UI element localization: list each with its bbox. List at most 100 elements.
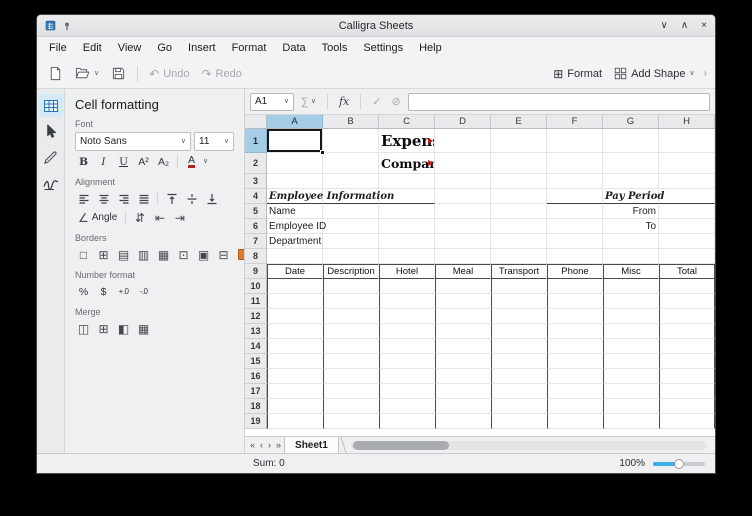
column-header-A[interactable]: A bbox=[267, 115, 323, 128]
menu-tools[interactable]: Tools bbox=[314, 40, 356, 56]
add-shape-button[interactable]: Add Shape ∨ bbox=[609, 64, 700, 83]
row-header-5[interactable]: 5 bbox=[245, 204, 267, 219]
cell-B6[interactable] bbox=[323, 219, 379, 234]
decrease-indent-button[interactable]: ⇤ bbox=[151, 209, 168, 226]
cell-C10[interactable] bbox=[379, 279, 435, 294]
cell-H5[interactable] bbox=[659, 204, 715, 219]
cell-A14[interactable] bbox=[267, 339, 323, 354]
cell-F17[interactable] bbox=[547, 384, 603, 399]
column-header-C[interactable]: C bbox=[379, 115, 435, 128]
cell-G16[interactable] bbox=[603, 369, 659, 384]
cell-D3[interactable] bbox=[435, 174, 491, 189]
column-header-F[interactable]: F bbox=[547, 115, 603, 128]
superscript-button[interactable]: A² bbox=[135, 153, 152, 170]
align-left-button[interactable] bbox=[75, 190, 92, 207]
cell-H9[interactable]: Total bbox=[659, 264, 715, 279]
cell-F18[interactable] bbox=[547, 399, 603, 414]
increase-precision-button[interactable]: +.0 bbox=[115, 283, 132, 300]
cell-G14[interactable] bbox=[603, 339, 659, 354]
cell-B9[interactable]: Description bbox=[323, 264, 379, 279]
cell-G9[interactable]: Misc bbox=[603, 264, 659, 279]
menu-file[interactable]: File bbox=[41, 40, 75, 56]
menu-settings[interactable]: Settings bbox=[355, 40, 411, 56]
cell-G13[interactable] bbox=[603, 324, 659, 339]
formula-input[interactable] bbox=[408, 93, 710, 111]
row-header-4[interactable]: 4 bbox=[245, 189, 267, 204]
cell-D4[interactable] bbox=[435, 189, 491, 204]
cell-B18[interactable] bbox=[323, 399, 379, 414]
border-thick-button[interactable]: ▣ bbox=[195, 246, 212, 263]
cell-C8[interactable] bbox=[379, 249, 435, 264]
close-button[interactable]: × bbox=[701, 20, 707, 31]
row-header-19[interactable]: 19 bbox=[245, 414, 267, 429]
cell-E16[interactable] bbox=[491, 369, 547, 384]
italic-button[interactable]: I bbox=[95, 153, 112, 170]
cell-F13[interactable] bbox=[547, 324, 603, 339]
cell-A12[interactable] bbox=[267, 309, 323, 324]
horizontal-scrollbar[interactable] bbox=[351, 441, 706, 450]
cell-C3[interactable] bbox=[379, 174, 435, 189]
cell-A7[interactable]: Department bbox=[267, 234, 323, 249]
font-size-select[interactable]: 11 ∨ bbox=[194, 132, 234, 151]
cell-E10[interactable] bbox=[491, 279, 547, 294]
cell-E6[interactable] bbox=[491, 219, 547, 234]
merge-cells-button[interactable]: ◫ bbox=[75, 320, 92, 337]
border-color-button[interactable] bbox=[235, 246, 245, 263]
selection-handle[interactable] bbox=[320, 150, 325, 155]
cell-C5[interactable] bbox=[379, 204, 435, 219]
cell-F2[interactable] bbox=[547, 153, 603, 174]
row-header-7[interactable]: 7 bbox=[245, 234, 267, 249]
cell-H13[interactable] bbox=[659, 324, 715, 339]
column-header-E[interactable]: E bbox=[491, 115, 547, 128]
cell-F5[interactable] bbox=[547, 204, 603, 219]
previous-sheet-button[interactable]: ‹ bbox=[258, 441, 265, 450]
cell-C11[interactable] bbox=[379, 294, 435, 309]
cell-C14[interactable] bbox=[379, 339, 435, 354]
cell-F15[interactable] bbox=[547, 354, 603, 369]
border-inside-button[interactable]: ▦ bbox=[155, 246, 172, 263]
cell-F10[interactable] bbox=[547, 279, 603, 294]
scrollbar-thumb[interactable] bbox=[353, 441, 449, 450]
cell-C2[interactable]: Compan bbox=[379, 153, 435, 174]
cell-F14[interactable] bbox=[547, 339, 603, 354]
cell-E13[interactable] bbox=[491, 324, 547, 339]
menu-go[interactable]: Go bbox=[149, 40, 180, 56]
column-header-H[interactable]: H bbox=[659, 115, 715, 128]
merge-horizontal-button[interactable]: ⊞ bbox=[95, 320, 112, 337]
row-header-14[interactable]: 14 bbox=[245, 339, 267, 354]
cell-A10[interactable] bbox=[267, 279, 323, 294]
cell-G5[interactable]: From bbox=[603, 204, 659, 219]
cell-C1[interactable]: Expense bbox=[379, 129, 435, 153]
cell-A11[interactable] bbox=[267, 294, 323, 309]
cell-G19[interactable] bbox=[603, 414, 659, 429]
cell-D19[interactable] bbox=[435, 414, 491, 429]
row-header-16[interactable]: 16 bbox=[245, 369, 267, 384]
cell-G15[interactable] bbox=[603, 354, 659, 369]
format-button[interactable]: ⊞ Format bbox=[548, 65, 607, 83]
cell-G4[interactable]: Pay Period bbox=[603, 189, 659, 204]
pin-icon[interactable] bbox=[62, 21, 72, 31]
cell-B5[interactable] bbox=[323, 204, 379, 219]
vertical-text-button[interactable]: ⇵ bbox=[131, 209, 148, 226]
cell-A3[interactable] bbox=[267, 174, 323, 189]
cell-F9[interactable]: Phone bbox=[547, 264, 603, 279]
cell-H11[interactable] bbox=[659, 294, 715, 309]
align-right-button[interactable] bbox=[115, 190, 132, 207]
sheet-tab-sheet1[interactable]: Sheet1 bbox=[284, 437, 339, 453]
cell-H10[interactable] bbox=[659, 279, 715, 294]
cell-G8[interactable] bbox=[603, 249, 659, 264]
spreadsheet-grid[interactable]: ABCDEFGH 1Expense2Compan34Employee Infor… bbox=[245, 115, 715, 436]
column-header-D[interactable]: D bbox=[435, 115, 491, 128]
cell-reference-box[interactable]: A1 ∨ bbox=[250, 93, 294, 111]
pen-tool-button[interactable] bbox=[39, 146, 63, 169]
cell-C18[interactable] bbox=[379, 399, 435, 414]
cell-D16[interactable] bbox=[435, 369, 491, 384]
row-header-2[interactable]: 2 bbox=[245, 153, 267, 174]
cell-B19[interactable] bbox=[323, 414, 379, 429]
titlebar[interactable]: Calligra Sheets ∨ ∧ × bbox=[37, 15, 715, 37]
cell-H19[interactable] bbox=[659, 414, 715, 429]
cell-G10[interactable] bbox=[603, 279, 659, 294]
cell-E4[interactable] bbox=[491, 189, 547, 204]
cell-H15[interactable] bbox=[659, 354, 715, 369]
insert-function-button[interactable]: fx bbox=[336, 94, 352, 109]
